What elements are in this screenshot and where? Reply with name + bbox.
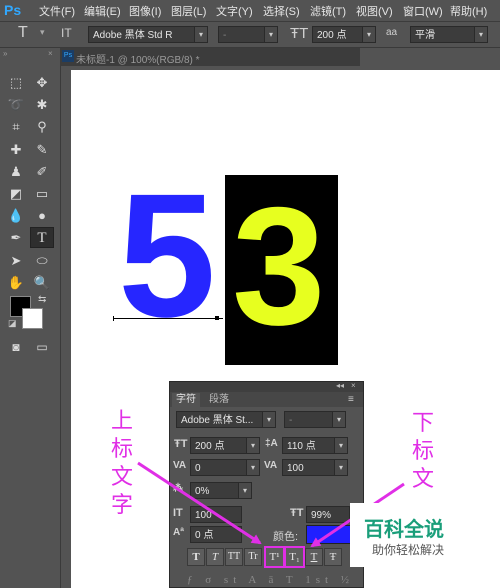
panel-close-icon[interactable]: × bbox=[351, 381, 356, 390]
gradient-tool-icon[interactable]: ▭ bbox=[30, 183, 54, 204]
text-orientation-icon[interactable]: IT bbox=[61, 26, 72, 40]
annotation-char: 文 bbox=[412, 467, 435, 492]
menu-view[interactable]: 视图(V) bbox=[356, 3, 393, 19]
antialias-select[interactable]: 平滑 ▾ bbox=[410, 26, 488, 43]
annotation-arrows bbox=[137, 461, 262, 545]
chevron-down-icon: ▾ bbox=[334, 438, 347, 453]
lasso-tool-icon[interactable]: ➰ bbox=[4, 94, 28, 115]
opentype-features-icon[interactable]: ƒ σ st A ā T 1st ½ bbox=[187, 574, 354, 586]
path-selection-tool-icon[interactable]: ➤ bbox=[4, 250, 28, 271]
baseline-guide-start bbox=[113, 316, 114, 321]
blur-tool-icon[interactable]: 💧 bbox=[4, 205, 28, 226]
leading-icon: ‡A bbox=[265, 438, 278, 449]
tab-paragraph[interactable]: 段落 bbox=[205, 393, 233, 407]
marquee-tool-icon[interactable]: ⬚ bbox=[4, 72, 28, 93]
annotation-char: 下 bbox=[412, 411, 435, 436]
magic-wand-tool-icon[interactable]: ✱ bbox=[30, 94, 54, 115]
quick-mask-icon[interactable]: ◙ bbox=[4, 337, 28, 358]
panel-leading-field[interactable]: 110 点 ▾ bbox=[282, 437, 348, 454]
crop-tool-icon[interactable]: ⌗ bbox=[4, 116, 28, 137]
annotation-char: 上 bbox=[111, 409, 134, 434]
font-size-select[interactable]: 200 点 ▾ bbox=[312, 26, 376, 43]
font-size-value: 200 点 bbox=[317, 30, 347, 41]
panel-header[interactable] bbox=[170, 382, 363, 392]
antialias-icon: aa bbox=[386, 27, 398, 38]
eyedropper-tool-icon[interactable]: ⚲ bbox=[30, 116, 54, 137]
brush-tool-icon[interactable]: ✎ bbox=[30, 139, 54, 160]
menu-file[interactable]: 文件(F) bbox=[39, 3, 75, 19]
watermark-subtitle: 助你轻松解决 bbox=[372, 543, 445, 557]
panel-leading-value: 110 点 bbox=[287, 441, 316, 452]
close-icon[interactable]: × bbox=[48, 49, 53, 58]
chevron-down-icon: ▾ bbox=[334, 460, 347, 475]
chevron-down-icon: ▾ bbox=[246, 438, 259, 453]
canvas-digit-three: 3 bbox=[232, 172, 326, 360]
menu-image[interactable]: 图像(I) bbox=[129, 3, 161, 19]
ps-doc-icon: Ps bbox=[62, 50, 74, 62]
menu-window[interactable]: 窗口(W) bbox=[403, 3, 443, 19]
panel-size-field[interactable]: 200 点 ▾ bbox=[190, 437, 260, 454]
clone-stamp-tool-icon[interactable]: ♟ bbox=[4, 161, 28, 182]
font-size-icon: ŦT bbox=[290, 25, 309, 42]
type-tool-icon[interactable]: T bbox=[18, 24, 28, 42]
panel-font-style-value: - bbox=[289, 415, 293, 426]
photoshop-logo: Ps bbox=[4, 2, 22, 18]
default-colors-icon[interactable]: ◪ bbox=[8, 318, 17, 329]
menu-select[interactable]: 选择(S) bbox=[263, 3, 300, 19]
chevron-down-icon: ▾ bbox=[332, 412, 345, 427]
chevron-down-icon: ▾ bbox=[194, 27, 207, 42]
menu-edit[interactable]: 编辑(E) bbox=[84, 3, 121, 19]
antialias-value: 平滑 bbox=[415, 30, 435, 41]
panel-menu-icon[interactable]: ≡ bbox=[348, 394, 354, 405]
panel-font-style-select[interactable]: - ▾ bbox=[284, 411, 346, 428]
menu-layer[interactable]: 图层(L) bbox=[171, 3, 206, 19]
subscript-annotation: 下 标 文 bbox=[412, 410, 434, 494]
healing-brush-tool-icon[interactable]: ✚ bbox=[4, 139, 28, 160]
pen-tool-icon[interactable]: ✒ bbox=[4, 227, 28, 248]
font-style-select[interactable]: - ▾ bbox=[218, 26, 278, 43]
canvas-digit-five: 5 bbox=[118, 158, 216, 354]
chevron-down-icon: ▾ bbox=[474, 27, 487, 42]
font-family-value: Adobe 黑体 Std R bbox=[93, 30, 173, 41]
background-color-swatch[interactable] bbox=[22, 308, 43, 329]
zoom-tool-icon[interactable]: 🔍 bbox=[30, 272, 54, 293]
menu-help[interactable]: 帮助(H) bbox=[450, 3, 487, 19]
panel-collapse-icon[interactable]: ◂◂ bbox=[336, 381, 344, 390]
tool-preset-chevron-icon[interactable]: ▾ bbox=[40, 27, 45, 38]
panel-size-value: 200 点 bbox=[195, 441, 225, 452]
menu-type[interactable]: 文字(Y) bbox=[216, 3, 253, 19]
chevron-down-icon: ▾ bbox=[264, 27, 277, 42]
watermark: 百科全说 助你轻松解决 bbox=[350, 503, 468, 567]
screen-mode-icon[interactable]: ▭ bbox=[30, 337, 54, 358]
collapse-icon[interactable]: » bbox=[3, 49, 7, 58]
eraser-tool-icon[interactable]: ◩ bbox=[4, 183, 28, 204]
superscript-arrow bbox=[137, 461, 262, 545]
panel-font-family-value: Adobe 黑体 St... bbox=[181, 415, 254, 426]
history-brush-tool-icon[interactable]: ✐ bbox=[30, 161, 54, 182]
dodge-tool-icon[interactable]: ● bbox=[30, 205, 54, 226]
watermark-title: 百科全说 bbox=[364, 517, 444, 541]
font-style-value: - bbox=[223, 30, 227, 41]
ellipse-tool-icon[interactable]: ⬭ bbox=[30, 250, 54, 271]
type-tool-button[interactable]: T bbox=[30, 227, 54, 248]
font-size-icon: ŦT bbox=[174, 438, 188, 450]
swap-colors-icon[interactable]: ⇆ bbox=[38, 294, 46, 305]
chevron-down-icon: ▾ bbox=[262, 412, 275, 427]
panel-font-family-select[interactable]: Adobe 黑体 St... ▾ bbox=[176, 411, 276, 428]
chevron-down-icon: ▾ bbox=[362, 27, 375, 42]
tab-character[interactable]: 字符 bbox=[172, 393, 200, 407]
annotation-char: 标 bbox=[412, 439, 435, 464]
document-tab-title: 未标题-1 @ 100%(RGB/8) * bbox=[76, 55, 200, 66]
menu-filter[interactable]: 滤镜(T) bbox=[310, 3, 346, 19]
font-family-select[interactable]: Adobe 黑体 Std R ▾ bbox=[88, 26, 208, 43]
move-tool-icon[interactable]: ✥ bbox=[30, 72, 54, 93]
hand-tool-icon[interactable]: ✋ bbox=[4, 272, 28, 293]
